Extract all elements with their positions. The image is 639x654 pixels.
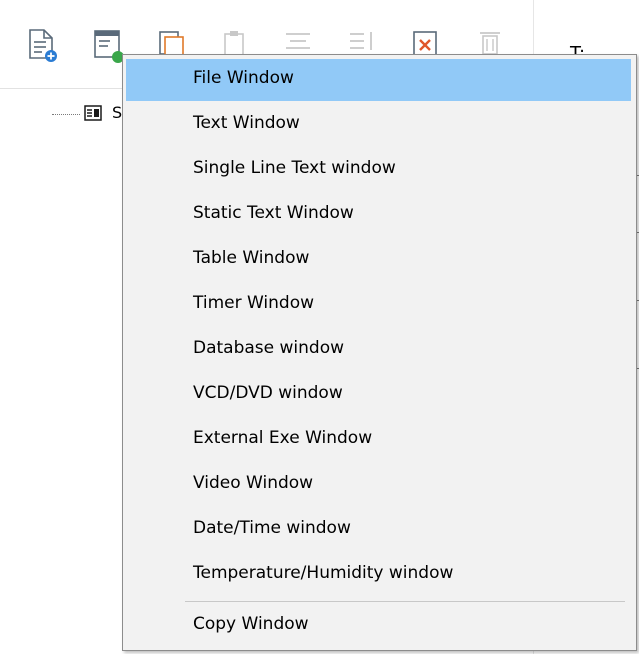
menu-item-label: Text Window [193,113,300,133]
menu-item-timer-window[interactable]: Timer Window [126,284,631,326]
menu-item-video-window[interactable]: Video Window [126,464,631,506]
menu-item-label: Timer Window [193,293,315,313]
menu-item-label: VCD/DVD window [193,383,343,403]
add-file-icon [29,29,57,62]
menu-item-date-time-window[interactable]: Date/Time window [126,509,631,551]
menu-item-text-window[interactable]: Text Window [126,104,631,146]
menu-item-label: File Window [193,68,294,88]
tree-connector [52,114,80,115]
menu-item-label: Table Window [193,248,310,268]
tree-node-label: S [112,103,123,122]
menu-item-single-line-text-window[interactable]: Single Line Text window [126,149,631,191]
menu-item-label: Single Line Text window [193,158,396,178]
add-window-icon [94,30,124,63]
tree-node[interactable]: S [40,102,130,124]
menu-item-vcd-dvd-window[interactable]: VCD/DVD window [126,374,631,416]
menu-item-table-window[interactable]: Table Window [126,239,631,281]
menu-item-static-text-window[interactable]: Static Text Window [126,194,631,236]
menu-item-external-exe-window[interactable]: External Exe Window [126,419,631,461]
menu-item-label: Static Text Window [193,203,354,223]
menu-item-label: Copy Window [193,614,309,634]
context-menu: File Window Text Window Single Line Text… [122,54,637,651]
menu-item-label: Temperature/Humidity window [193,563,454,583]
menu-item-file-window[interactable]: File Window [126,59,631,101]
menu-item-label: External Exe Window [193,428,373,448]
menu-item-database-window[interactable]: Database window [126,329,631,371]
menu-item-copy-window[interactable]: Copy Window [126,605,631,647]
menu-item-label: Date/Time window [193,518,351,538]
menu-separator [185,601,625,602]
menu-item-label: Database window [193,338,345,358]
window-node-icon [84,105,102,121]
add-file-button[interactable] [20,22,64,68]
menu-item-label: Video Window [193,473,314,493]
menu-item-temperature-humidity-window[interactable]: Temperature/Humidity window [126,554,631,596]
